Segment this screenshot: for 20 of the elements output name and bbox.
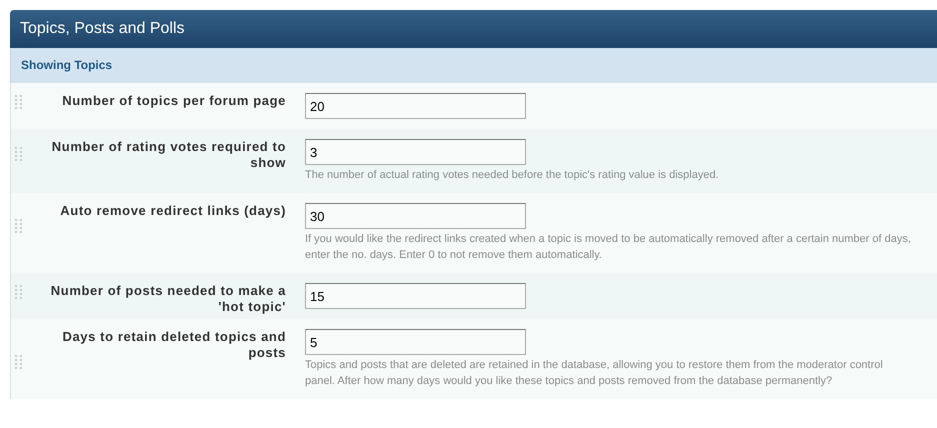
setting-label: Number of rating votes required to show: [50, 138, 286, 171]
setting-label: Auto remove redirect links (days): [59, 202, 286, 219]
drag-handle-icon[interactable]: [15, 147, 23, 161]
input-field[interactable]: 20: [305, 93, 526, 119]
section-title: Showing Topics: [10, 48, 937, 83]
input-field[interactable]: 3: [305, 139, 526, 165]
input-field[interactable]: 15: [305, 283, 526, 309]
setting-label: Number of topics per forum page: [61, 92, 286, 109]
drag-handle-icon[interactable]: [15, 95, 23, 109]
input-field[interactable]: 5: [305, 329, 526, 355]
panel-title: Topics, Posts and Polls: [10, 10, 937, 48]
setting-description: If you would like the redirect links created when a topic is moved to be automatically removed after a certain number of days, enter the no. days. Enter 0 to not remove them automatically.: [305, 232, 912, 263]
drag-handle-icon[interactable]: [15, 355, 23, 369]
setting-label: Number of posts needed to make a 'hot topic': [50, 282, 286, 315]
setting-description: The number of actual rating votes needed before the topic's rating value is displayed.: [305, 168, 720, 183]
setting-label: Days to retain deleted topics and posts: [61, 328, 286, 361]
drag-handle-icon[interactable]: [15, 285, 23, 299]
setting-description: Topics and posts that are deleted are retained in the database, allowing you to restore them from the moderator control panel. After how many days would you like these topics and posts removed from the database permanently?: [305, 358, 884, 389]
drag-handle-icon[interactable]: [15, 219, 23, 233]
input-field[interactable]: 30: [305, 203, 526, 229]
